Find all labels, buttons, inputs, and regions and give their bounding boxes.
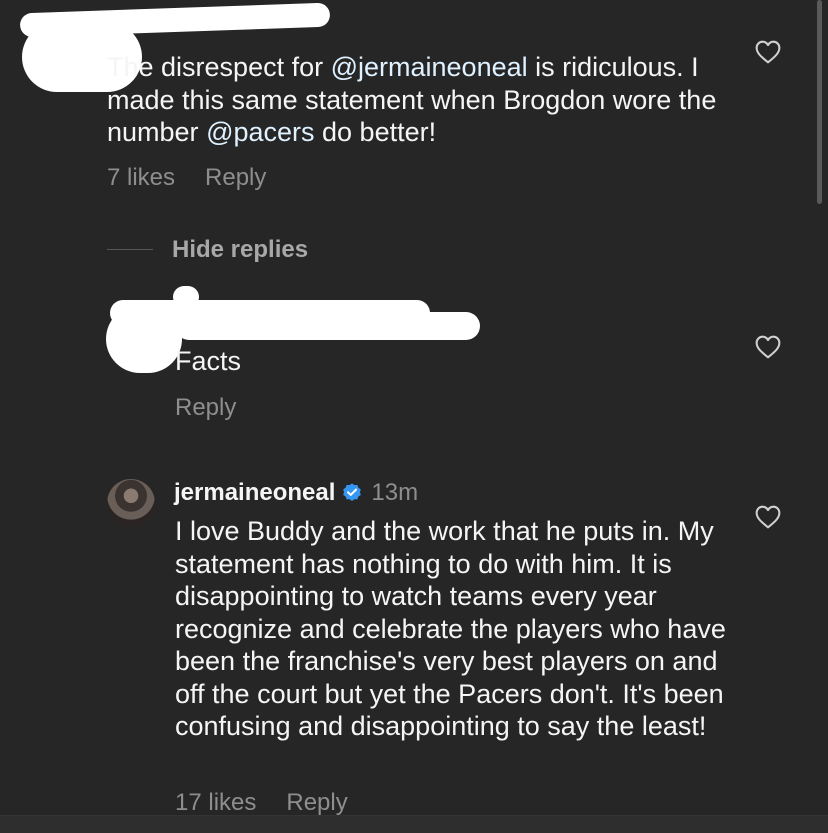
mention-link[interactable]: @pacers	[206, 117, 314, 147]
reply-header: jermaineoneal 13m	[174, 479, 418, 507]
divider	[107, 249, 153, 250]
comments-thread: The disrespect for @jermaineoneal is rid…	[0, 0, 828, 833]
scrollbar[interactable]	[817, 0, 822, 204]
reply-button[interactable]: Reply	[175, 394, 236, 421]
reply-text: Facts	[175, 346, 242, 376]
profile-avatar[interactable]	[107, 479, 155, 527]
mention-link[interactable]: @jermaineoneal	[331, 52, 528, 82]
heart-outline-icon[interactable]	[755, 505, 781, 529]
redaction-mark	[173, 286, 199, 308]
hide-replies-button[interactable]: Hide replies	[172, 236, 308, 264]
heart-outline-icon[interactable]	[755, 40, 781, 64]
likes-count[interactable]: 17 likes	[175, 789, 256, 816]
reply-text: I love Buddy and the work that he puts i…	[175, 516, 726, 741]
username-link[interactable]: jermaineoneal	[174, 479, 335, 507]
likes-count[interactable]: 7 likes	[107, 164, 175, 191]
timestamp: 13m	[371, 479, 419, 506]
reply-meta: Reply	[175, 394, 266, 422]
heart-outline-icon[interactable]	[755, 335, 781, 359]
verified-badge-icon	[343, 483, 362, 501]
reply-meta: 17 likes Reply	[175, 789, 378, 817]
bottom-bar	[0, 815, 828, 833]
reply-button[interactable]: Reply	[205, 164, 266, 191]
redaction-mark	[106, 305, 182, 373]
comment-meta: 7 likes Reply	[107, 164, 296, 192]
redaction-mark	[175, 312, 480, 340]
reply-button[interactable]: Reply	[286, 789, 347, 816]
comment-text: The disrespect for @jermaineoneal is rid…	[107, 52, 717, 147]
